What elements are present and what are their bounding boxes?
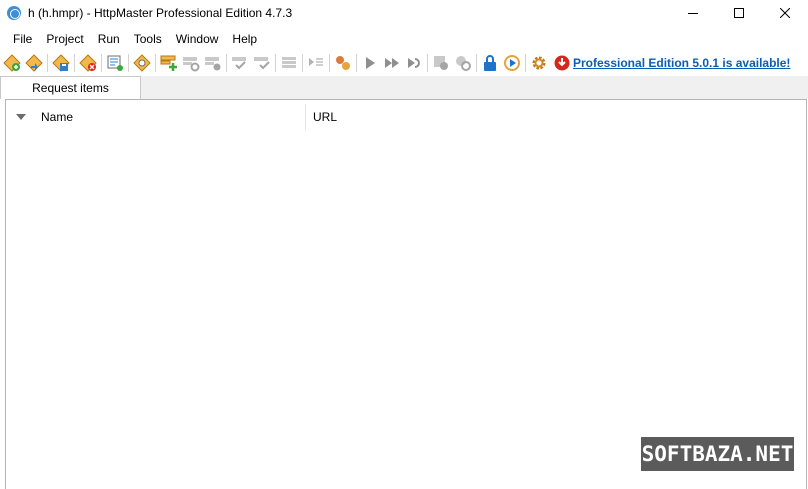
check-all-button: [251, 52, 273, 74]
result-settings-button: [452, 52, 474, 74]
tab-label: Request items: [32, 81, 109, 95]
toolbar-separator: [74, 54, 75, 72]
view-result-button: [430, 52, 452, 74]
play-circle-icon: [504, 55, 520, 71]
delete-request-button: [202, 52, 224, 74]
chevron-down-icon: [16, 114, 26, 120]
toolbar-separator: [275, 54, 276, 72]
toolbar-separator: [101, 54, 102, 72]
toolbar-separator: [155, 54, 156, 72]
toolbar-separator: [47, 54, 48, 72]
gear-icon: [532, 56, 546, 70]
save-project-button[interactable]: [50, 52, 72, 74]
play-list-icon: [309, 58, 323, 66]
add-request-icon: [160, 55, 177, 71]
bindings-button[interactable]: [332, 52, 354, 74]
close-button[interactable]: [762, 0, 808, 26]
app-icon[interactable]: [7, 6, 21, 20]
update-notice-link[interactable]: Professional Edition 5.0.1 is available!: [554, 55, 790, 71]
tab-request-items[interactable]: Request items: [0, 76, 141, 99]
toolbar-separator: [356, 54, 357, 72]
toolbar-separator: [226, 54, 227, 72]
column-header-label: Name: [41, 110, 74, 124]
window-title: h (h.hmpr) - HttpMaster Professional Edi…: [28, 6, 293, 20]
update-notice-text[interactable]: Professional Edition 5.0.1 is available!: [573, 56, 790, 70]
execute-button: [359, 52, 381, 74]
project-properties-icon: [133, 54, 151, 72]
fast-forward-icon: [385, 58, 399, 68]
close-project-button[interactable]: [77, 52, 99, 74]
save-project-icon: [52, 54, 70, 72]
menu-file[interactable]: File: [6, 29, 39, 49]
menu-project[interactable]: Project: [39, 29, 90, 49]
menu-window[interactable]: Window: [169, 29, 226, 49]
menu-run[interactable]: Run: [91, 29, 127, 49]
title-bar: h (h.hmpr) - HttpMaster Professional Edi…: [0, 0, 808, 26]
column-header-label: URL: [313, 110, 338, 124]
run-monitor-button[interactable]: [501, 52, 523, 74]
project-settings-icon: [107, 55, 123, 71]
group-requests-button: [278, 52, 300, 74]
add-request-button[interactable]: [158, 52, 180, 74]
expand-all-toggle[interactable]: [6, 114, 36, 120]
open-project-button[interactable]: [23, 52, 45, 74]
open-project-icon: [25, 54, 43, 72]
view-result-icon: [434, 56, 448, 70]
lock-icon: [484, 55, 496, 71]
list-icon: [282, 57, 296, 68]
close-project-icon: [79, 54, 97, 72]
toolbar-separator: [329, 54, 330, 72]
toolbar-separator: [128, 54, 129, 72]
close-icon: [780, 8, 790, 18]
minimize-button[interactable]: [670, 0, 716, 26]
window-controls: [670, 0, 808, 26]
toolbar-separator: [302, 54, 303, 72]
watermark: SOFTBAZA.NET: [641, 437, 794, 471]
column-header-name[interactable]: Name: [36, 104, 306, 130]
maximize-icon: [734, 8, 744, 18]
project-settings-button[interactable]: [104, 52, 126, 74]
menu-tools[interactable]: Tools: [127, 29, 169, 49]
result-settings-icon: [456, 56, 471, 71]
menu-bar: File Project Run Tools Window Help: [0, 27, 808, 51]
options-button[interactable]: [528, 52, 550, 74]
check-all-icon: [254, 57, 270, 70]
new-project-icon: [3, 54, 21, 72]
check-icon: [232, 57, 246, 70]
toolbar-separator: [525, 54, 526, 72]
tab-strip: Request items: [0, 76, 808, 99]
request-settings-button: [180, 52, 202, 74]
new-project-button[interactable]: [1, 52, 23, 74]
column-header-url[interactable]: URL: [306, 104, 337, 130]
execute-all-button: [381, 52, 403, 74]
run-selected-button: [305, 52, 327, 74]
maximize-button[interactable]: [716, 0, 762, 26]
list-header: Name URL: [6, 104, 806, 130]
step-icon: [408, 58, 420, 68]
check-request-button: [229, 52, 251, 74]
minimize-icon: [688, 13, 698, 14]
security-button[interactable]: [479, 52, 501, 74]
delete-request-icon: [205, 57, 221, 71]
toolbar-separator: [427, 54, 428, 72]
download-alert-icon: [554, 55, 570, 71]
toolbar-separator: [476, 54, 477, 72]
request-items-panel: Name URL: [5, 99, 807, 489]
bindings-icon: [336, 56, 350, 70]
play-icon: [366, 57, 375, 69]
project-properties-button[interactable]: [131, 52, 153, 74]
toolbar: Professional Edition 5.0.1 is available!: [0, 51, 808, 75]
menu-help[interactable]: Help: [225, 29, 264, 49]
execute-step-button: [403, 52, 425, 74]
request-settings-icon: [183, 57, 200, 72]
